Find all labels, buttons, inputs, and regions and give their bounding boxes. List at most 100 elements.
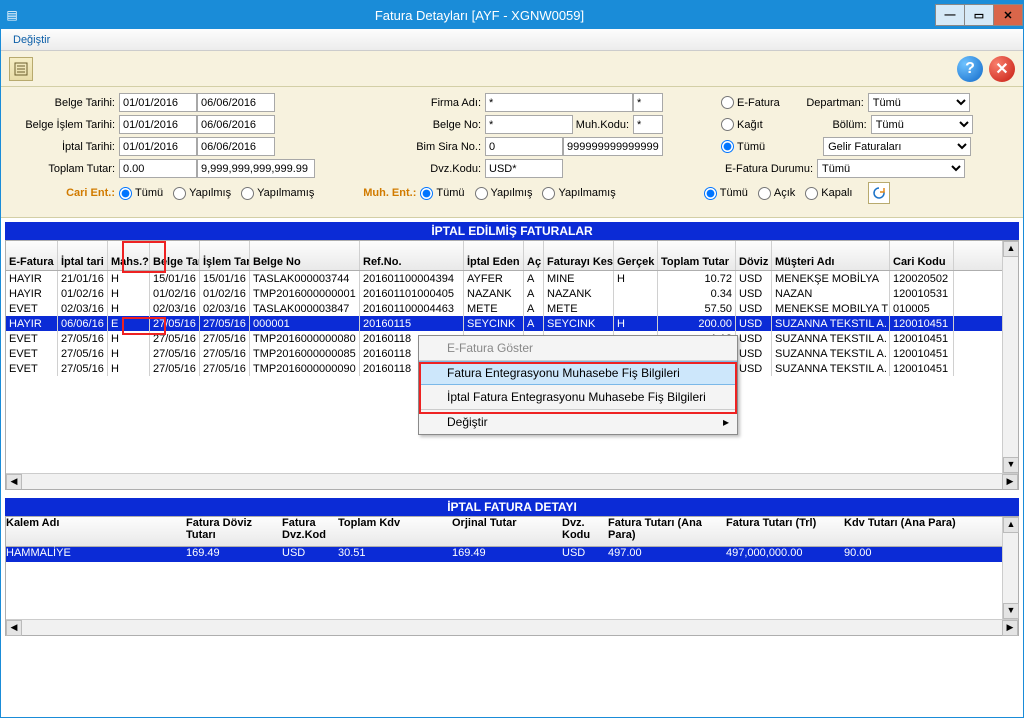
firma-adi-from[interactable]	[485, 93, 633, 112]
bim-sira-label: Bim Sira No.:	[275, 141, 485, 153]
context-menu: E-Fatura Göster Fatura Entegrasyonu Muha…	[418, 335, 738, 435]
radio-muh-yapilmis[interactable]: Yapılmış	[475, 187, 533, 200]
radio-cari-yapilmis[interactable]: Yapılmış	[173, 187, 231, 200]
table-row[interactable]: HAYIR06/06/16E27/05/1627/05/160000012016…	[6, 316, 1018, 331]
firma-adi-to[interactable]	[633, 93, 663, 112]
radio-tip-tumu[interactable]: Tümü	[721, 140, 765, 153]
radio-kagit[interactable]: Kağıt	[721, 118, 763, 131]
firma-adi-label: Firma Adı:	[275, 97, 485, 109]
bolum-label: Bölüm:	[773, 119, 871, 131]
grid1-col-11[interactable]: Toplam Tutar	[658, 241, 736, 270]
radio-durum-acik[interactable]: Açık	[758, 187, 795, 200]
dvz-kodu-label: Dvz.Kodu:	[315, 163, 485, 175]
iptal-tarihi-to[interactable]	[197, 137, 275, 156]
grid2-title: İPTAL FATURA DETAYI	[5, 498, 1019, 516]
belge-no-label: Belge No:	[275, 119, 485, 131]
radio-muh-tumu[interactable]: Tümü	[420, 187, 464, 200]
grid2: Kalem AdıFatura Döviz TutarıFatura Dvz.K…	[5, 516, 1019, 636]
table-row[interactable]: HAYIR01/02/16H01/02/1601/02/16TMP2016000…	[6, 286, 1018, 301]
radio-efatura[interactable]: E-Fatura	[721, 96, 780, 109]
muhkodu-label: Muh.Kodu:	[573, 119, 633, 131]
grid2-col-2[interactable]: Fatura Dvz.Kod	[282, 517, 338, 546]
toolbar: ? ✕	[1, 51, 1023, 87]
efdurum-label: E-Fatura Durumu:	[721, 163, 817, 175]
toplam-tutar-to[interactable]	[197, 159, 315, 178]
table-row[interactable]: EVET02/03/16H02/03/1602/03/16TASLAK00000…	[6, 301, 1018, 316]
bim-sira-to[interactable]	[563, 137, 663, 156]
muhkodu-input[interactable]	[633, 115, 663, 134]
bim-sira-from[interactable]	[485, 137, 563, 156]
maximize-button[interactable]: ▭	[964, 4, 994, 26]
dvz-kodu-input[interactable]	[485, 159, 563, 178]
grid1-col-6[interactable]: Ref.No.	[360, 241, 464, 270]
departman-select[interactable]: Tümü	[868, 93, 970, 112]
grid2-vscroll[interactable]: ▲▼	[1002, 517, 1018, 619]
grid2-col-5[interactable]: Dvz. Kodu	[562, 517, 608, 546]
grid2-col-3[interactable]: Toplam Kdv	[338, 517, 452, 546]
close-button[interactable]: ✕	[993, 4, 1023, 26]
ctx-degistir[interactable]: Değiştir	[419, 410, 737, 434]
radio-durum-kapali[interactable]: Kapalı	[805, 187, 852, 200]
ctx-efatura-goster[interactable]: E-Fatura Göster	[419, 336, 737, 361]
grid1-col-3[interactable]: Belge Tarihi	[150, 241, 200, 270]
ctx-fatura-ent[interactable]: Fatura Entegrasyonu Muhasebe Fiş Bilgile…	[419, 361, 737, 385]
grid1-col-10[interactable]: Gerçek İptal	[614, 241, 658, 270]
window-title: Fatura Detayları [AYF - XGNW0059]	[23, 8, 936, 23]
grid1-col-1[interactable]: İptal tari	[58, 241, 108, 270]
radio-cari-yapilmamis[interactable]: Yapılmamış	[241, 187, 314, 200]
grid1-col-8[interactable]: Aç K	[524, 241, 544, 270]
grid1-col-12[interactable]: Döviz Cinsi	[736, 241, 772, 270]
grid1-vscroll[interactable]: ▲▼	[1002, 241, 1018, 473]
grid1-col-4[interactable]: İşlem Tarihi	[200, 241, 250, 270]
grid2-hscroll[interactable]: ◀▶	[6, 619, 1018, 635]
menu-degistir[interactable]: Değiştir	[7, 32, 56, 48]
radio-muh-yapilmamis[interactable]: Yapılmamış	[542, 187, 615, 200]
cancel-icon[interactable]: ✕	[989, 56, 1015, 82]
grid2-col-4[interactable]: Orjinal Tutar	[452, 517, 562, 546]
bolum-select[interactable]: Tümü	[871, 115, 973, 134]
grid1-col-5[interactable]: Belge No	[250, 241, 360, 270]
grid2-col-0[interactable]: Kalem Adı	[6, 517, 186, 546]
radio-durum-tumu[interactable]: Tümü	[704, 187, 748, 200]
grid1-col-14[interactable]: Cari Kodu	[890, 241, 954, 270]
cari-ent-label: Cari Ent.:	[9, 187, 119, 199]
efdurum-select[interactable]: Tümü	[817, 159, 965, 178]
belge-no-input[interactable]	[485, 115, 573, 134]
iptal-tarihi-label: İptal Tarihi:	[9, 141, 119, 153]
grid2-col-1[interactable]: Fatura Döviz Tutarı	[186, 517, 282, 546]
islem-tarihi-label: Belge İşlem Tarihi:	[9, 119, 119, 131]
grid1-col-7[interactable]: İptal Eden Kullanıcı	[464, 241, 524, 270]
grid1-col-9[interactable]: Faturayı Kesen Kullanıcı	[544, 241, 614, 270]
toplam-tutar-from[interactable]	[119, 159, 197, 178]
muh-ent-label: Muh. Ent.:	[324, 187, 420, 199]
belge-tarihi-label: Belge Tarihi:	[9, 97, 119, 109]
radio-cari-tumu[interactable]: Tümü	[119, 187, 163, 200]
departman-label: Departman:	[790, 97, 868, 109]
grid1: E-Faturaİptal tariMahs.?Belge Tarihiİşle…	[5, 240, 1019, 490]
grid1-col-0[interactable]: E-Fatura	[6, 241, 58, 270]
belge-tarihi-from[interactable]	[119, 93, 197, 112]
list-icon[interactable]	[9, 57, 33, 81]
iptal-tarihi-from[interactable]	[119, 137, 197, 156]
grid1-col-2[interactable]: Mahs.?	[108, 241, 150, 270]
grid1-hscroll[interactable]: ◀▶	[6, 473, 1018, 489]
belge-tarihi-to[interactable]	[197, 93, 275, 112]
islem-tarihi-to[interactable]	[197, 115, 275, 134]
ftip-select[interactable]: Gelir Faturaları	[823, 137, 971, 156]
refresh-icon[interactable]	[868, 182, 890, 204]
help-icon[interactable]: ?	[957, 56, 983, 82]
islem-tarihi-from[interactable]	[119, 115, 197, 134]
filter-panel: Belge Tarihi: Firma Adı: E-Fatura Depart…	[1, 87, 1023, 218]
grid2-col-6[interactable]: Fatura Tutarı (Ana Para)	[608, 517, 726, 546]
ctx-iptal-fatura-ent[interactable]: İptal Fatura Entegrasyonu Muhasebe Fiş B…	[419, 385, 737, 410]
grid1-title: İPTAL EDİLMİŞ FATURALAR	[5, 222, 1019, 240]
toplam-tutar-label: Toplam Tutar:	[9, 163, 119, 175]
titlebar: ▤ Fatura Detayları [AYF - XGNW0059] — ▭ …	[1, 1, 1023, 29]
grid1-col-13[interactable]: Müşteri Adı	[772, 241, 890, 270]
grid2-col-8[interactable]: Kdv Tutarı (Ana Para)	[844, 517, 974, 546]
menubar: Değiştir	[1, 29, 1023, 51]
grid2-col-7[interactable]: Fatura Tutarı (Trl)	[726, 517, 844, 546]
table-row[interactable]: HAYIR21/01/16H15/01/1615/01/16TASLAK0000…	[6, 271, 1018, 286]
minimize-button[interactable]: —	[935, 4, 965, 26]
table-row[interactable]: HAMMALİYE169.49USD30.51169.49USD497.0049…	[6, 547, 1018, 562]
